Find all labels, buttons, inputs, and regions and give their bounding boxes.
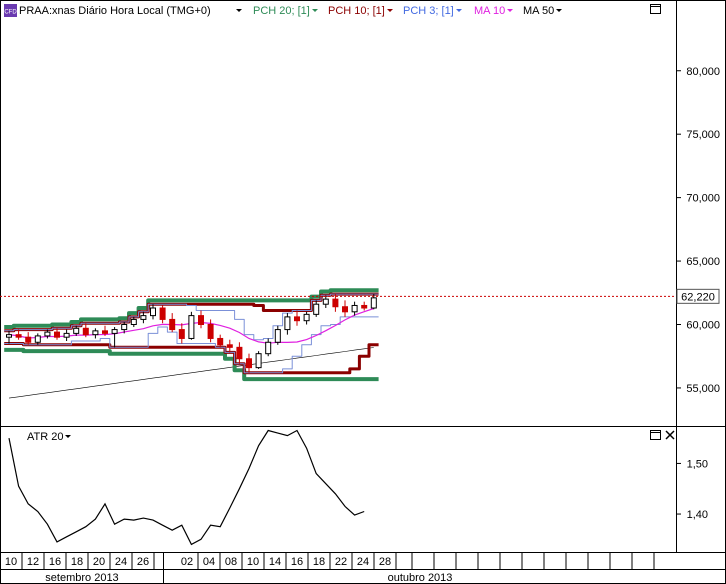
month-label-september: setembro 2013	[45, 572, 118, 584]
atr-title: ATR 20	[27, 431, 63, 443]
chart-legend: CFD PRAA:xnas Diário Hora Local (TMG+0) …	[4, 4, 562, 17]
time-tick-label: 22	[335, 556, 347, 568]
price-tick-label: 70,000	[686, 193, 720, 205]
current-price-value: 62,220	[681, 291, 715, 303]
time-tick-label: 16	[291, 556, 303, 568]
atr-tick-label: 1,40	[687, 509, 708, 521]
current-price-tag: 62,220	[676, 288, 720, 304]
time-tick-label: 20	[93, 556, 105, 568]
atr-tick-label: 1,50	[687, 458, 708, 470]
time-tick-label: 26	[137, 556, 149, 568]
time-tick-label: 28	[379, 556, 391, 568]
candle	[255, 351, 262, 369]
time-tick-label: 10	[5, 556, 17, 568]
legend-pch20[interactable]: PCH 20; [1]	[253, 5, 318, 17]
legend-ma50-label: MA 50	[523, 5, 554, 17]
price-tick-label: 80,000	[686, 66, 720, 78]
maximize-icon[interactable]	[650, 4, 661, 14]
time-tick-label: 08	[225, 556, 237, 568]
price-tick-label: 60,000	[686, 320, 720, 332]
cfd-badge-text: CFD	[4, 10, 17, 16]
month-label-october: outubro 2013	[388, 572, 453, 584]
time-tick-label: 12	[27, 556, 39, 568]
atr-maximize-icon[interactable]	[650, 430, 661, 440]
time-tick-label: 14	[269, 556, 281, 568]
time-tick-label: 10	[247, 556, 259, 568]
time-tick-label: 24	[357, 556, 369, 568]
legend-pch10[interactable]: PCH 10; [1]	[328, 5, 393, 17]
price-tick-label: 75,000	[686, 129, 720, 141]
price-tick-label: 55,000	[686, 383, 720, 395]
time-tick-label: 18	[313, 556, 325, 568]
time-tick-label: 16	[49, 556, 61, 568]
legend-pch10-label: PCH 10; [1]	[328, 5, 385, 17]
time-tick-label: 24	[115, 556, 127, 568]
legend-pch3-label: PCH 3; [1]	[403, 5, 454, 17]
time-tick-label: 04	[203, 556, 215, 568]
legend-pch20-label: PCH 20; [1]	[253, 5, 310, 17]
chart-window: 80,000 75,000 70,000 65,000 60,000 55,000 CFD…	[0, 0, 726, 584]
symbol-label: PRAA:xnas Diário Hora Local (TMG+0)	[19, 5, 211, 17]
legend-pch3[interactable]: PCH 3; [1]	[403, 5, 462, 17]
candle	[188, 311, 195, 340]
time-tick-label: 02	[181, 556, 193, 568]
price-tick-label: 65,000	[686, 256, 720, 268]
time-tick-label: 18	[71, 556, 83, 568]
legend-ma10-label: MA 10	[474, 5, 505, 17]
